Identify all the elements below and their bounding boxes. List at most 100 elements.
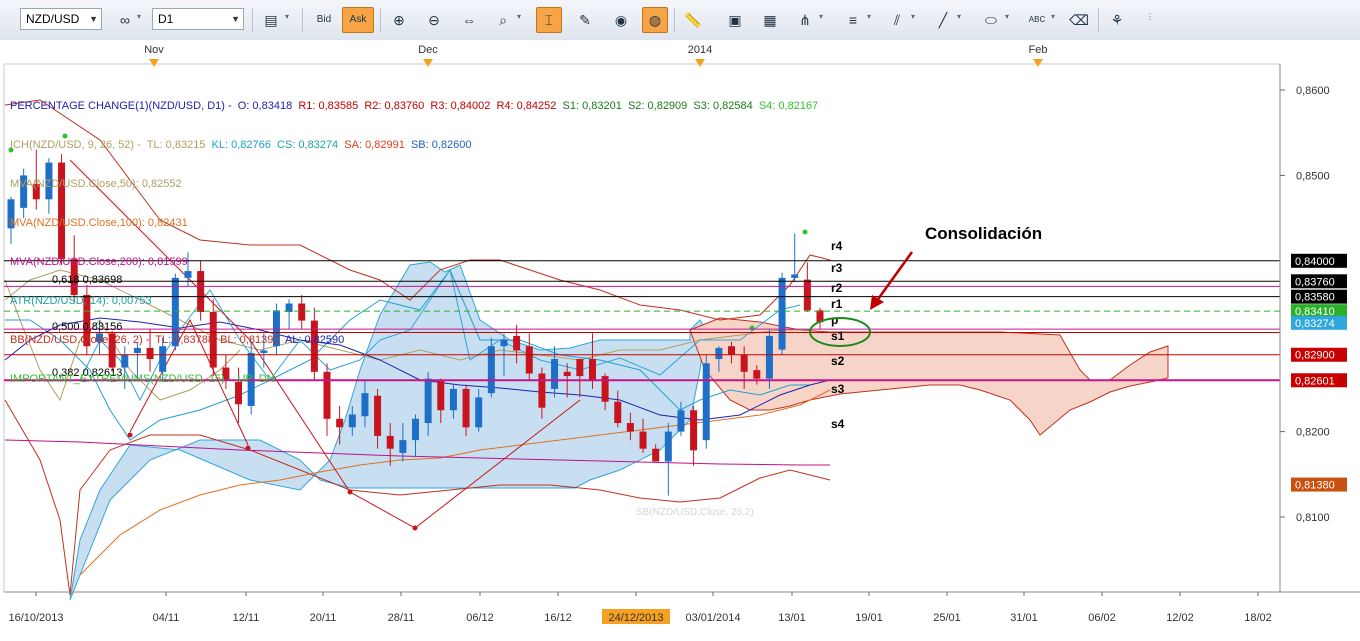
tree-icon[interactable]: ⚘ <box>1104 7 1130 33</box>
candle-body[interactable] <box>412 418 419 441</box>
crosshair-icon[interactable]: ⌶ <box>536 7 562 33</box>
extremum-marker <box>347 489 353 495</box>
export-icon[interactable]: ✎ <box>572 7 598 33</box>
price-tick-label: 0,8200 <box>1296 427 1330 439</box>
price-tag-label: 0,82900 <box>1295 350 1335 362</box>
extremum-marker <box>127 432 133 438</box>
date-tick-label: 31/01 <box>1010 612 1038 624</box>
candle-body[interactable] <box>626 423 634 432</box>
candle-body[interactable] <box>664 431 672 462</box>
date-tick-label: 18/02 <box>1244 612 1272 624</box>
template-icon[interactable]: ▦ <box>757 7 783 33</box>
toolbar-overflow-icon[interactable]: ⋮ <box>1146 12 1154 21</box>
candle-body[interactable] <box>677 410 685 432</box>
zoom-in-icon[interactable]: ⊕ <box>386 7 412 33</box>
date-tick-label: 12/02 <box>1166 612 1194 624</box>
month-label: Dec <box>418 44 438 56</box>
ellipse-menu-arrow-icon[interactable]: ▾ <box>1005 12 1009 21</box>
scroll-icon[interactable]: ⇔ <box>456 7 482 33</box>
candle-body[interactable] <box>399 440 407 453</box>
legend-segment: R1: 0,83585 R2: 0,83760 R3: 0,84002 R4: … <box>298 100 563 112</box>
date-tick-label: 16/10/2013 <box>8 612 63 624</box>
ruler-icon[interactable]: 📏 <box>680 7 706 33</box>
month-label: 2014 <box>688 44 712 56</box>
indicators-menu-arrow-icon[interactable]: ▾ <box>137 12 141 21</box>
legend-segment: S4: 0,82167 <box>758 100 819 112</box>
price-tick-label: 0,8100 <box>1296 512 1330 524</box>
magnify-menu-arrow-icon[interactable]: ▾ <box>517 12 521 21</box>
fibonacci-menu-arrow-icon[interactable]: ▾ <box>819 12 823 21</box>
picture-icon[interactable]: ▣ <box>722 7 748 33</box>
faded-indicator-label: SB(NZD/USD.Close, 26,2) <box>636 507 754 518</box>
chevron-down-icon: ▼ <box>89 14 98 24</box>
eraser-icon[interactable]: ⌫ <box>1066 7 1092 33</box>
candle-body[interactable] <box>386 435 394 449</box>
date-tick-label: 19/01 <box>855 612 883 624</box>
indicators-icon[interactable]: ∞ <box>112 7 138 33</box>
price-tag-label: 0,84000 <box>1295 256 1335 268</box>
ask-button[interactable]: Ask <box>342 7 374 33</box>
pivot-label-s1: s1 <box>831 329 845 343</box>
magnify-icon[interactable]: ⌕ <box>490 7 516 33</box>
fibonacci-icon[interactable]: ⋔ <box>792 7 818 33</box>
pencil-icon[interactable]: ╱ <box>930 7 956 33</box>
date-tick-label: 04/11 <box>153 612 180 624</box>
text-menu-arrow-icon[interactable]: ▾ <box>1051 12 1055 21</box>
timeframe-select[interactable]: D1 ▼ <box>152 8 244 30</box>
globe-icon[interactable]: ◍ <box>642 7 668 33</box>
candle-body[interactable] <box>690 410 698 451</box>
price-tick-label: 0,8600 <box>1296 85 1330 97</box>
symbol-select[interactable]: NZD/USD ▼ <box>20 8 102 30</box>
pivot-label-p: p <box>831 313 838 327</box>
extremum-marker <box>412 525 418 531</box>
legend-bollinger: BB(NZD/USD.Close, 26, 2) - TL: 0,83788 B… <box>10 334 818 347</box>
pencil-menu-arrow-icon[interactable]: ▾ <box>957 12 961 21</box>
text-icon[interactable]: ABC <box>1024 7 1050 33</box>
legend-ichimoku: ICH(NZD/USD, 9, 26, 52) - TL: 0,83215 KL… <box>10 139 818 152</box>
month-label: Nov <box>144 44 164 56</box>
date-tick-label: 25/01 <box>933 612 961 624</box>
date-tick-label: 16/12 <box>544 612 572 624</box>
date-tick-label: 06/02 <box>1088 612 1116 624</box>
legend-segment: BB(NZD/USD.Close, 26, 2) - TL: 0,83788 B… <box>10 334 285 346</box>
price-tag-label: 0,83580 <box>1295 292 1335 304</box>
chevron-down-icon: ▼ <box>231 14 240 24</box>
date-tick-label: 24/12/2013 <box>608 612 663 624</box>
pivot-label-r3: r3 <box>831 261 843 275</box>
ellipse-icon[interactable]: ⬭ <box>978 7 1004 33</box>
candle-body[interactable] <box>348 414 356 428</box>
eye-icon[interactable]: ◉ <box>608 7 634 33</box>
extremum-marker <box>245 445 251 451</box>
legend-mva-50: MVA(NZD/USD.Close,50): 0,82552 <box>10 178 182 190</box>
legend-segment: AL: 0,82590 <box>284 334 345 346</box>
zoom-out-icon[interactable]: ⊖ <box>421 7 447 33</box>
candle-body[interactable] <box>652 448 660 462</box>
candle-body[interactable] <box>336 418 344 428</box>
pitchfork-menu-arrow-icon[interactable]: ▾ <box>911 12 915 21</box>
legend-segment: KL: 0,82766 <box>211 139 277 151</box>
price-axis: 0,8600 0,8500 0,8200 0,8100 0,84000 0,83760 0,… <box>1279 64 1360 592</box>
price-tag-label: 0,81380 <box>1295 480 1335 492</box>
legend-percentage-change: PERCENTAGE CHANGE(1)(NZD/USD, D1) - O: 0… <box>10 100 818 113</box>
price-tag-label: 0,83274 <box>1295 318 1335 330</box>
lines-menu-arrow-icon[interactable]: ▾ <box>867 12 871 21</box>
toolbar-separator <box>1098 8 1099 32</box>
pivot-label-r1: r1 <box>831 297 843 311</box>
chart-settings-icon[interactable]: ▤ <box>258 7 284 33</box>
timeframe-value: D1 <box>158 12 174 26</box>
chart-settings-menu-arrow-icon[interactable]: ▾ <box>285 12 289 21</box>
legend-mva-200: MVA(NZD/USD.Close,200): 0,81599 <box>10 256 188 268</box>
pitchfork-icon[interactable]: ⫽ <box>884 7 910 33</box>
lines-icon[interactable]: ≡ <box>840 7 866 33</box>
date-tick-label: 12/11 <box>233 612 260 624</box>
annotation-text: Consolidación <box>925 224 1042 243</box>
pivot-label-s3: s3 <box>831 382 845 396</box>
toolbar-separator <box>674 8 675 32</box>
bid-button[interactable]: Bid <box>308 7 340 33</box>
legend-segment: PERCENTAGE CHANGE(1)(NZD/USD, D1) - O: 0… <box>10 100 299 112</box>
toolbar-separator <box>380 8 381 32</box>
chart-area[interactable]: Nov Dec 2014 Feb 0,8600 0,8500 0,8200 0,810… <box>0 40 1360 636</box>
date-tick-label: 13/01 <box>778 612 806 624</box>
date-tick-label: 06/12 <box>466 612 494 624</box>
candle-body[interactable] <box>639 431 647 449</box>
